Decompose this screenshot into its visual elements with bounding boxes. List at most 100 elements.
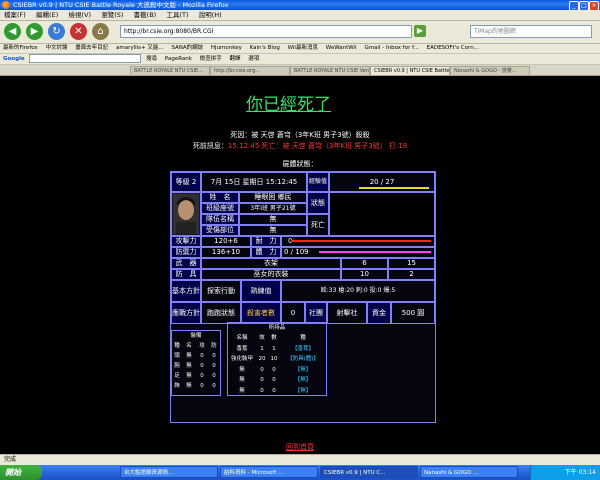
name-value: 睡眼困 鄉民 xyxy=(239,192,307,203)
tab-item[interactable]: http://br.csie.org... xyxy=(210,66,290,75)
stop-icon[interactable]: ✕ xyxy=(70,23,87,40)
bookmark-item[interactable]: WeWantWii xyxy=(323,44,360,53)
go-icon[interactable]: ▶ xyxy=(414,25,426,37)
equip-cell: 頭 xyxy=(174,353,180,359)
money-value: 500 圓 xyxy=(391,302,435,324)
home-icon[interactable]: ⌂ xyxy=(92,23,109,40)
death-cause: 死因：被 天啓 蒼穹（3年K班 男子3號）殺殺 xyxy=(230,131,370,139)
tab-item[interactable]: BATTLE ROYALE NTU CSIE Version xyxy=(290,66,370,75)
attack-label: 攻擊力 xyxy=(171,236,201,247)
bookmark-item[interactable]: Wii最新消息 xyxy=(285,44,321,53)
spellcheck-item[interactable]: 檢查拼字 xyxy=(197,56,225,62)
google-search-input[interactable] xyxy=(29,54,142,63)
taskbar-button-active[interactable]: CSIEBR v0.9 | NTU C... xyxy=(320,466,418,478)
name-label: 姓 名 xyxy=(201,192,239,203)
equip-cell: 0 xyxy=(200,363,204,369)
item-count: 1 xyxy=(272,345,276,352)
hp-bar xyxy=(291,240,431,242)
item-name: 強化裝甲 xyxy=(230,356,253,362)
weapon-label: 武 器 xyxy=(171,258,201,269)
window-titlebar[interactable]: CSIEBR v0.9 | NTU CSIE Battle Royale 大逃殺… xyxy=(0,0,600,11)
tab-item[interactable]: BATTLE ROYALE NTU CSIE... xyxy=(130,66,210,75)
menu-file[interactable]: 檔案(F) xyxy=(0,10,30,20)
item-count: 0 xyxy=(272,366,276,373)
search-input[interactable]: TiMap的地圖網 xyxy=(470,25,592,38)
bookmark-item[interactable]: 最新的Firefox xyxy=(0,44,41,53)
item-effect: 0 xyxy=(260,387,264,394)
exp-bar xyxy=(359,187,429,189)
menu-view[interactable]: 檢視(V) xyxy=(64,10,95,20)
forward-icon[interactable]: ▶ xyxy=(26,23,43,40)
equip-header: 種 xyxy=(174,343,180,349)
reload-icon[interactable]: ↻ xyxy=(48,23,65,40)
status-text: 完成 xyxy=(4,456,17,463)
club-value: 射擊社 xyxy=(327,302,367,324)
exp-label: 經驗值 xyxy=(307,172,329,192)
back-icon[interactable]: ◀ xyxy=(4,23,21,40)
basic-policy-label: 基本方針 xyxy=(171,280,201,302)
item-type: 【防具(體)】 xyxy=(287,356,319,362)
equip-cell: 0 xyxy=(200,383,204,389)
bookmark-item[interactable]: Hjumonkey xyxy=(208,44,245,53)
attack-value: 120+6 xyxy=(201,236,251,247)
equip-cell: 無 xyxy=(186,373,192,379)
pagerank-item[interactable]: PageRank xyxy=(162,56,195,62)
equip-cell: 0 xyxy=(212,383,216,389)
bookmark-item[interactable]: SANA的網誌 xyxy=(168,44,206,53)
skill-value: 殴:33 槍:20 刺:0 投:0 爆:5 xyxy=(281,280,435,302)
item-effect: 0 xyxy=(260,377,264,383)
item-name: 無 xyxy=(239,377,245,383)
options-item[interactable]: 選項 xyxy=(245,56,262,62)
equip-cell: 0 xyxy=(200,373,204,379)
page-title: 你已經死了 xyxy=(246,95,331,115)
taskbar-button[interactable]: 台大點語錄資源情... xyxy=(120,466,218,478)
bookmark-item[interactable]: Gmail - Inbox for f... xyxy=(361,44,421,53)
stamina-label: 體 力 xyxy=(251,247,281,258)
item-name: 香蕉 xyxy=(236,345,248,352)
equip-header: 防 xyxy=(211,343,217,349)
basic-policy-value: 探索行動 xyxy=(201,280,241,302)
equip-cell: 無 xyxy=(186,363,192,369)
armor-durability: 2 xyxy=(388,269,435,280)
start-button[interactable]: 開始 xyxy=(0,465,42,480)
class-value: 3年I班 男子21號 xyxy=(239,203,307,214)
url-bar[interactable]: http://br.csie.org:8080/BR.CGI xyxy=(120,25,412,38)
last-words-label: 死前訊息： xyxy=(192,142,228,150)
item-name: 無 xyxy=(239,387,245,394)
equip-header: 名 xyxy=(186,343,192,349)
equipment-title: 裝備 xyxy=(190,333,202,339)
menu-help[interactable]: 說明(H) xyxy=(195,10,226,20)
weapon-value: 衣架 xyxy=(201,258,341,269)
menu-tools[interactable]: 工具(T) xyxy=(162,10,192,20)
menu-go[interactable]: 瀏覽(S) xyxy=(97,10,127,20)
bookmark-item[interactable]: Kain's Blog xyxy=(247,44,283,53)
kills-value: 0 xyxy=(281,302,305,324)
item-type: 【無】 xyxy=(294,366,312,373)
menu-bookmarks[interactable]: 書籤(B) xyxy=(130,10,161,20)
tab-item[interactable]: Nanashi & GOGO - 感覺... xyxy=(450,66,530,75)
taskbar: 開始 台大點語錄資源情... 結料資料 - Microsoft ... CSIE… xyxy=(0,465,600,480)
item-header: 種 xyxy=(300,335,306,341)
bookmark-item[interactable]: amaryllis+ 又能... xyxy=(113,44,167,53)
back-home-link[interactable]: 回到首頁 xyxy=(0,442,600,452)
bookmark-item[interactable]: 中文討論 xyxy=(42,44,70,53)
response-policy-value: 跑跑狀態 xyxy=(201,302,241,324)
bookmark-item[interactable]: 畫面去年目記 xyxy=(72,44,111,53)
taskbar-button[interactable]: Nanashi & GOGO ... xyxy=(420,466,518,478)
clock: 下午 03:14 xyxy=(564,469,596,476)
club-label: 社團 xyxy=(305,302,327,324)
menu-edit[interactable]: 編輯(E) xyxy=(32,10,62,20)
taskbar-button[interactable]: 結料資料 - Microsoft ... xyxy=(220,466,318,478)
tab-bar: BATTLE ROYALE NTU CSIE... http://br.csie.… xyxy=(0,65,600,76)
team-value: 無 xyxy=(239,214,307,225)
bookmark-item[interactable]: EADESOFt's Corn... xyxy=(424,44,482,53)
status-bar: 完成 xyxy=(0,454,600,465)
google-logo: Google xyxy=(3,56,25,62)
armor-label: 防 具 xyxy=(171,269,201,280)
google-search-button[interactable]: 搜尋 xyxy=(143,56,160,62)
equip-cell: 0 xyxy=(212,353,216,359)
translate-item[interactable]: 翻譯 xyxy=(226,56,243,62)
item-name: 無 xyxy=(239,366,245,373)
kills-label: 殺害者數 xyxy=(241,302,281,324)
tab-active[interactable]: CSIEBR v0.9 | NTU CSIE Battle Royal... xyxy=(370,66,450,75)
